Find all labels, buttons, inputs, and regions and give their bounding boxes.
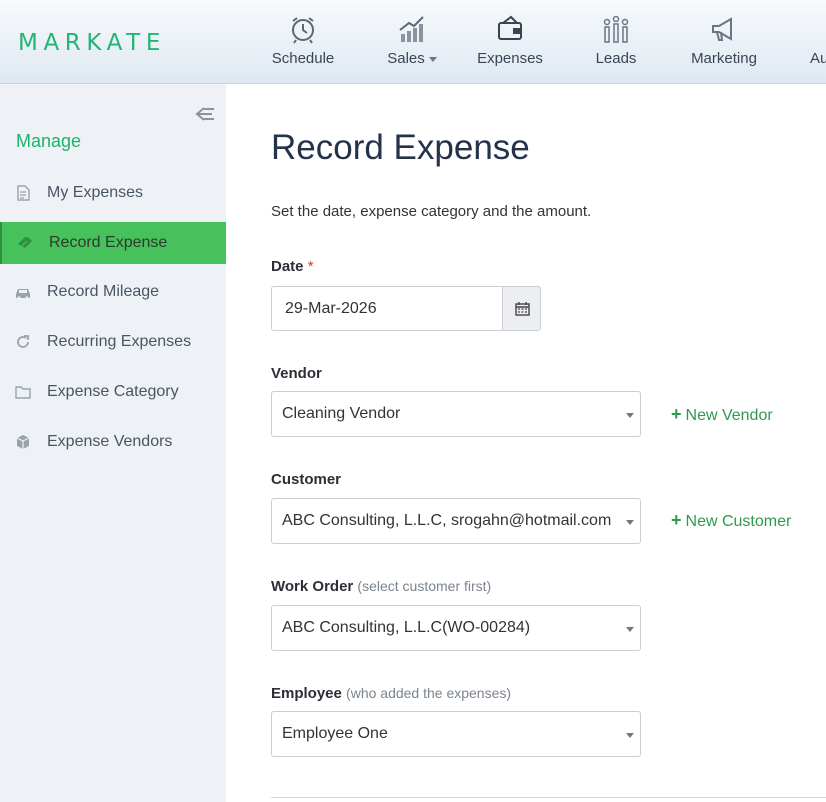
sidebar-item-label: Recurring Expenses <box>47 333 192 350</box>
people-bars-icon <box>603 15 629 43</box>
employee-select-value: Employee One <box>282 725 388 742</box>
sidebar-item-label: Record Expense <box>49 234 168 251</box>
nav-expenses[interactable]: Expenses <box>476 14 544 74</box>
page-title: Record Expense <box>271 128 530 167</box>
plus-icon: + <box>671 404 682 424</box>
work-order-hint: (select customer first) <box>357 578 492 594</box>
vendor-select[interactable]: Cleaning Vendor <box>271 391 641 437</box>
nav-label: Expenses <box>477 50 543 67</box>
sidebar-item-expense-vendors[interactable]: Expense Vendors <box>0 421 226 463</box>
nav-label: Schedule <box>271 50 335 67</box>
refresh-icon <box>17 335 29 348</box>
work-order-select-value: ABC Consulting, L.L.C(WO-00284) <box>282 619 531 636</box>
customer-select[interactable]: ABC Consulting, L.L.C, srogahn@hotmail.c… <box>271 498 641 544</box>
bar-growth-icon <box>399 16 424 42</box>
date-input[interactable] <box>271 286 503 331</box>
vendor-label: Vendor <box>271 365 322 382</box>
money-icon <box>18 237 32 248</box>
nav-sales[interactable]: Sales <box>384 14 440 74</box>
sidebar-item-expense-category[interactable]: Expense Category <box>0 371 226 413</box>
nav-leads[interactable]: Leads <box>594 14 638 74</box>
nav-label: Sales <box>384 50 440 67</box>
document-icon <box>17 185 30 201</box>
sidebar-item-label: Expense Category <box>47 383 179 400</box>
calendar-icon <box>515 302 530 316</box>
work-order-select[interactable]: ABC Consulting, L.L.C(WO-00284) <box>271 605 641 651</box>
chevron-down-icon <box>626 733 634 738</box>
megaphone-icon <box>712 17 732 41</box>
brand-logo[interactable]: MARKATE <box>18 30 166 56</box>
cube-icon <box>16 435 30 449</box>
date-label: Date * <box>271 258 314 275</box>
main-content: Record Expense Set the date, expense cat… <box>226 84 826 802</box>
folder-icon <box>15 386 31 399</box>
employee-select[interactable]: Employee One <box>271 711 641 757</box>
sidebar-item-label: Expense Vendors <box>47 433 173 450</box>
vendor-select-value: Cleaning Vendor <box>282 405 401 422</box>
nav-label: Au <box>810 50 826 67</box>
chevron-down-icon <box>626 413 634 418</box>
sidebar-item-label: Record Mileage <box>47 283 160 300</box>
employee-hint: (who added the expenses) <box>346 685 512 701</box>
sidebar-item-label: My Expenses <box>47 184 144 201</box>
sidebar-item-my-expenses[interactable]: My Expenses <box>0 172 226 214</box>
sidebar-item-record-expense[interactable]: Record Expense <box>0 222 226 264</box>
nav-label: Marketing <box>691 50 757 67</box>
sidebar: Manage My Expenses Record Expense Record… <box>0 84 226 802</box>
nav-schedule[interactable]: Schedule <box>270 14 336 74</box>
sidebar-title: Manage <box>16 131 82 151</box>
employee-label: Employee (who added the expenses) <box>271 685 512 702</box>
customer-label: Customer <box>271 471 342 488</box>
new-vendor-link[interactable]: + New Vendor <box>671 404 773 425</box>
required-mark: * <box>307 258 314 275</box>
nav-au[interactable]: Au <box>810 14 826 74</box>
page-subtitle: Set the date, expense category and the a… <box>271 203 592 220</box>
section-divider <box>271 797 826 798</box>
chevron-down-icon <box>428 56 437 62</box>
top-header: MARKATE Schedule Sales Expenses Leads Ma… <box>0 0 826 84</box>
alarm-clock-icon <box>292 17 314 44</box>
wallet-icon <box>498 15 522 40</box>
chevron-down-icon <box>626 627 634 632</box>
new-customer-link[interactable]: + New Customer <box>671 510 791 531</box>
plus-icon: + <box>671 510 682 530</box>
collapse-arrow-icon <box>195 107 214 121</box>
work-order-label: Work Order (select customer first) <box>271 578 492 595</box>
calendar-button[interactable] <box>502 286 541 331</box>
sidebar-item-record-mileage[interactable]: Record Mileage <box>0 271 226 313</box>
sidebar-item-recurring-expenses[interactable]: Recurring Expenses <box>0 321 226 363</box>
nav-marketing[interactable]: Marketing <box>688 14 760 74</box>
chevron-down-icon <box>626 520 634 525</box>
customer-select-value: ABC Consulting, L.L.C, srogahn@hotmail.c… <box>282 512 612 529</box>
nav-label: Leads <box>595 50 637 67</box>
collapse-sidebar-button[interactable] <box>194 104 218 124</box>
car-icon <box>16 289 30 300</box>
